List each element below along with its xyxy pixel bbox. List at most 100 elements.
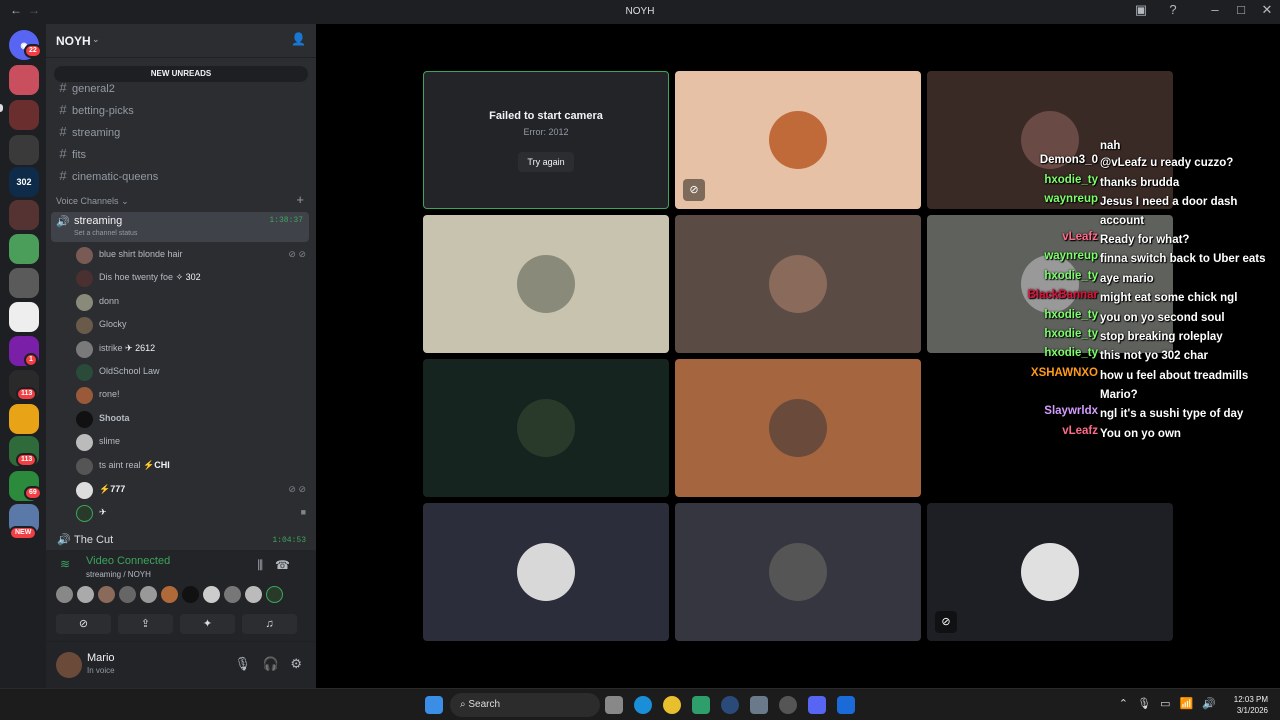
close-icon[interactable]: ✕ xyxy=(1257,2,1277,18)
channel-betting-picks[interactable]: # betting-picks xyxy=(54,100,308,120)
avatar[interactable] xyxy=(266,586,283,603)
channel-general2[interactable]: # general2 xyxy=(54,78,308,98)
unread-badge: 1 xyxy=(24,353,38,367)
steam-icon[interactable] xyxy=(721,696,739,714)
voice-member[interactable]: Dis hoe twenty foe ✧ 302 xyxy=(76,268,306,288)
add-friend-icon[interactable]: 👤 xyxy=(291,32,306,46)
server-header[interactable]: NOYH ⌄ 👤 xyxy=(46,24,316,58)
camera-error-code: Error: 2012 xyxy=(523,127,569,137)
avatar[interactable] xyxy=(224,586,241,603)
voice-channel-streaming[interactable]: 🔊 streaming Set a channel status 1:38:37 xyxy=(51,212,309,242)
soundboard-button[interactable]: ♫ xyxy=(242,614,297,634)
app-icon[interactable] xyxy=(837,696,855,714)
chat-text: thanks brudda xyxy=(1100,177,1180,189)
app-icon[interactable] xyxy=(750,696,768,714)
taskbar-search[interactable]: ⌕ Search xyxy=(450,693,600,717)
avatar[interactable] xyxy=(182,586,199,603)
voice-member[interactable]: blue shirt blonde hair ⊘ ⊘ xyxy=(76,245,306,265)
hash-icon: # xyxy=(59,102,67,117)
voice-location[interactable]: streaming / NOYH xyxy=(86,570,151,579)
user-status: In voice xyxy=(87,666,115,675)
mic-headset-settings-icons[interactable]: 🎙 🎧 ⚙ xyxy=(234,656,302,672)
server-icon-3[interactable] xyxy=(9,135,39,165)
avatar[interactable] xyxy=(140,586,157,603)
avatar[interactable] xyxy=(161,586,178,603)
chrome-icon[interactable] xyxy=(663,696,681,714)
user-panel: Mario In voice 🎙 🎧 ⚙ xyxy=(46,642,316,688)
minimize-icon[interactable]: – xyxy=(1205,2,1225,17)
server-icon-4[interactable] xyxy=(9,200,39,230)
server-icon-7[interactable] xyxy=(9,302,39,332)
member-name: Shoota xyxy=(99,413,130,423)
avatar[interactable] xyxy=(119,586,136,603)
voice-member[interactable]: istrike ✈ 2612 xyxy=(76,339,306,359)
voice-member[interactable]: ts aint real ⚡CHI xyxy=(76,456,306,476)
app-icon[interactable] xyxy=(779,696,797,714)
video-tile[interactable] xyxy=(675,503,921,641)
voice-category[interactable]: Voice Channels ⌄ xyxy=(56,196,129,207)
video-tile[interactable] xyxy=(423,215,669,353)
video-tile[interactable] xyxy=(675,215,921,353)
avatar[interactable] xyxy=(203,586,220,603)
avatar xyxy=(76,387,93,404)
maximize-icon[interactable]: □ xyxy=(1231,2,1251,17)
signal-strength-icon[interactable]: ≋ xyxy=(60,557,70,571)
avatar[interactable] xyxy=(98,586,115,603)
avatar[interactable] xyxy=(56,652,82,678)
voice-member[interactable]: ⚡777 ⊘ ⊘ xyxy=(76,480,306,500)
server-icon-2[interactable] xyxy=(9,100,39,130)
activities-button[interactable]: ✦ xyxy=(180,614,235,634)
voice-member[interactable]: Shoota xyxy=(76,409,306,429)
task-view-icon[interactable] xyxy=(605,696,623,714)
avatar xyxy=(1021,543,1079,601)
channel-streaming[interactable]: # streaming xyxy=(54,122,308,142)
voice-category-label: Voice Channels xyxy=(56,196,119,206)
voice-member[interactable]: OldSchool Law xyxy=(76,362,306,382)
noise-and-disconnect-icons[interactable]: ⫼☎ xyxy=(258,558,302,573)
avatar xyxy=(769,255,827,313)
video-tile[interactable] xyxy=(675,359,921,497)
add-channel-icon[interactable]: + xyxy=(296,192,304,207)
video-tile[interactable] xyxy=(423,359,669,497)
discord-icon[interactable] xyxy=(808,696,826,714)
server-icon-6[interactable] xyxy=(9,268,39,298)
user-name[interactable]: Mario xyxy=(87,652,115,664)
chat-text: Ready for what? xyxy=(1100,234,1190,246)
video-tile[interactable]: ⊘ xyxy=(675,71,921,209)
voice-member[interactable]: rone! xyxy=(76,385,306,405)
voice-channel-the-cut[interactable]: 🔊 The Cut 1:04:53 xyxy=(54,532,308,550)
avatar[interactable] xyxy=(77,586,94,603)
voice-member[interactable]: slime xyxy=(76,432,306,452)
chat-text: Jesus I need a door dash account xyxy=(1100,196,1238,227)
voice-member[interactable]: donn xyxy=(76,292,306,312)
server-icon-5[interactable] xyxy=(9,234,39,264)
voice-member[interactable]: ✈ ■ xyxy=(76,503,306,523)
try-again-button[interactable]: Try again xyxy=(518,152,574,172)
app-icon[interactable] xyxy=(692,696,710,714)
system-tray-icons[interactable]: ⌃ 🎙 ▭ 📶 🔊 xyxy=(1119,697,1216,710)
chat-text: stop breaking roleplay xyxy=(1100,331,1223,343)
video-tile[interactable]: ⊘ xyxy=(927,503,1173,641)
voice-member[interactable]: Glocky xyxy=(76,315,306,335)
server-icon-10[interactable] xyxy=(9,404,39,434)
channel-status[interactable]: Set a channel status xyxy=(74,230,137,237)
windows-start-icon[interactable] xyxy=(425,696,443,714)
voice-status[interactable]: Video Connected xyxy=(86,555,170,567)
server-icon-1[interactable] xyxy=(9,65,39,95)
channel-fits[interactable]: # fits xyxy=(54,144,308,164)
video-tile[interactable] xyxy=(423,503,669,641)
server-icon-302[interactable]: 302 xyxy=(9,167,39,197)
taskbar-clock[interactable]: 12:03 PM 3/1/2026 xyxy=(1234,694,1268,716)
chat-username: XSHAWNXO xyxy=(1030,367,1098,379)
inbox-icon[interactable]: ▣ xyxy=(1131,2,1151,18)
edge-icon[interactable] xyxy=(634,696,652,714)
channel-cinematic-queens[interactable]: # cinematic-queens xyxy=(54,166,308,186)
help-icon[interactable]: ? xyxy=(1163,2,1183,17)
chat-username: Demon3_0 xyxy=(1039,154,1098,166)
channel-sidebar: NOYH ⌄ 👤 NEW UNREADS # general2 # betting-… xyxy=(46,24,316,688)
avatar[interactable] xyxy=(56,586,73,603)
chat-username: waynreup xyxy=(1044,193,1098,205)
screen-share-button[interactable]: ⇪ xyxy=(118,614,173,634)
camera-off-button[interactable]: ⊘ xyxy=(56,614,111,634)
avatar[interactable] xyxy=(245,586,262,603)
